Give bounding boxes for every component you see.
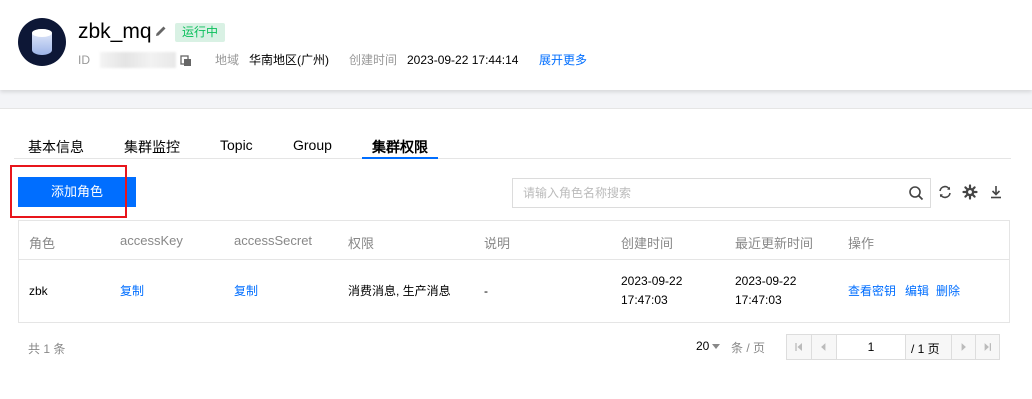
updated-date-cell: 2023-09-22 (735, 274, 797, 288)
table-header: 角色 accessKey accessSecret 权限 说明 创建时间 最近更… (19, 221, 1009, 260)
tab-basic-info[interactable]: 基本信息 (28, 137, 84, 157)
download-icon[interactable] (988, 184, 1004, 200)
active-tab-indicator (362, 157, 438, 159)
col-actions: 操作 (848, 236, 875, 251)
edit-icon[interactable] (154, 24, 168, 38)
tab-cluster-permissions[interactable]: 集群权限 (372, 137, 428, 157)
permission-cell: 消费消息, 生产消息 (348, 284, 451, 298)
created-date-cell: 2023-09-22 (621, 274, 683, 288)
updated-time-cell: 17:47:03 (735, 293, 782, 307)
tab-cluster-monitor[interactable]: 集群监控 (124, 137, 180, 157)
pagination: 1 / 1 页 (786, 334, 1000, 360)
col-permission: 权限 (348, 236, 375, 251)
region-value: 华南地区(广州) (249, 53, 329, 67)
database-icon (18, 18, 66, 66)
col-created-time: 创建时间 (621, 236, 674, 251)
id-label: ID (78, 53, 90, 67)
view-secret-link[interactable]: 查看密钥 (848, 281, 896, 301)
region-label: 地域 (215, 53, 240, 67)
last-page-icon[interactable] (975, 335, 999, 359)
delete-link[interactable]: 删除 (936, 281, 960, 301)
page-size-unit: 条 / 页 (731, 341, 766, 355)
copy-icon[interactable] (180, 55, 192, 67)
search-icon[interactable] (908, 185, 924, 201)
col-updated-time: 最近更新时间 (735, 236, 814, 251)
status-badge: 运行中 (175, 23, 226, 42)
search-input[interactable] (523, 184, 903, 202)
created-time-cell: 17:47:03 (621, 293, 668, 307)
total-count: 共 1 条 (28, 342, 66, 356)
tab-group[interactable]: Group (293, 137, 332, 153)
prev-page-icon[interactable] (811, 335, 835, 359)
col-access-key: accessKey (120, 233, 183, 248)
instance-name: zbk_mq (78, 20, 152, 43)
first-page-icon[interactable] (787, 335, 811, 359)
edit-link[interactable]: 编辑 (905, 281, 929, 301)
created-value: 2023-09-22 17:44:14 (407, 53, 519, 67)
role-search (512, 178, 931, 208)
page-size-select[interactable]: 20 (696, 339, 721, 353)
settings-icon[interactable] (962, 184, 978, 200)
total-pages: / 1 页 (911, 342, 940, 356)
roles-table: 角色 accessKey accessSecret 权限 说明 创建时间 最近更… (18, 220, 1010, 323)
expand-more-link[interactable]: 展开更多 (539, 52, 587, 68)
copy-access-key-link[interactable]: 复制 (120, 281, 144, 301)
instance-id-masked (100, 52, 176, 68)
next-page-icon[interactable] (951, 335, 975, 359)
chevron-down-icon (712, 344, 721, 350)
page-number-input[interactable]: 1 (836, 334, 906, 360)
page-size-value: 20 (696, 339, 710, 353)
created-label: 创建时间 (349, 53, 398, 67)
refresh-icon[interactable] (937, 184, 953, 200)
col-description: 说明 (484, 236, 511, 251)
copy-access-secret-link[interactable]: 复制 (234, 281, 258, 301)
description-cell: - (484, 284, 488, 298)
highlight-box (10, 165, 127, 218)
instance-header: zbk_mq 运行中 ID 地域 华南地区(广州) 创建时间 2023-09-2… (0, 0, 1032, 90)
col-role: 角色 (29, 236, 56, 251)
col-access-secret: accessSecret (234, 233, 313, 248)
tab-topic[interactable]: Topic (220, 137, 253, 153)
role-cell: zbk (29, 284, 48, 298)
